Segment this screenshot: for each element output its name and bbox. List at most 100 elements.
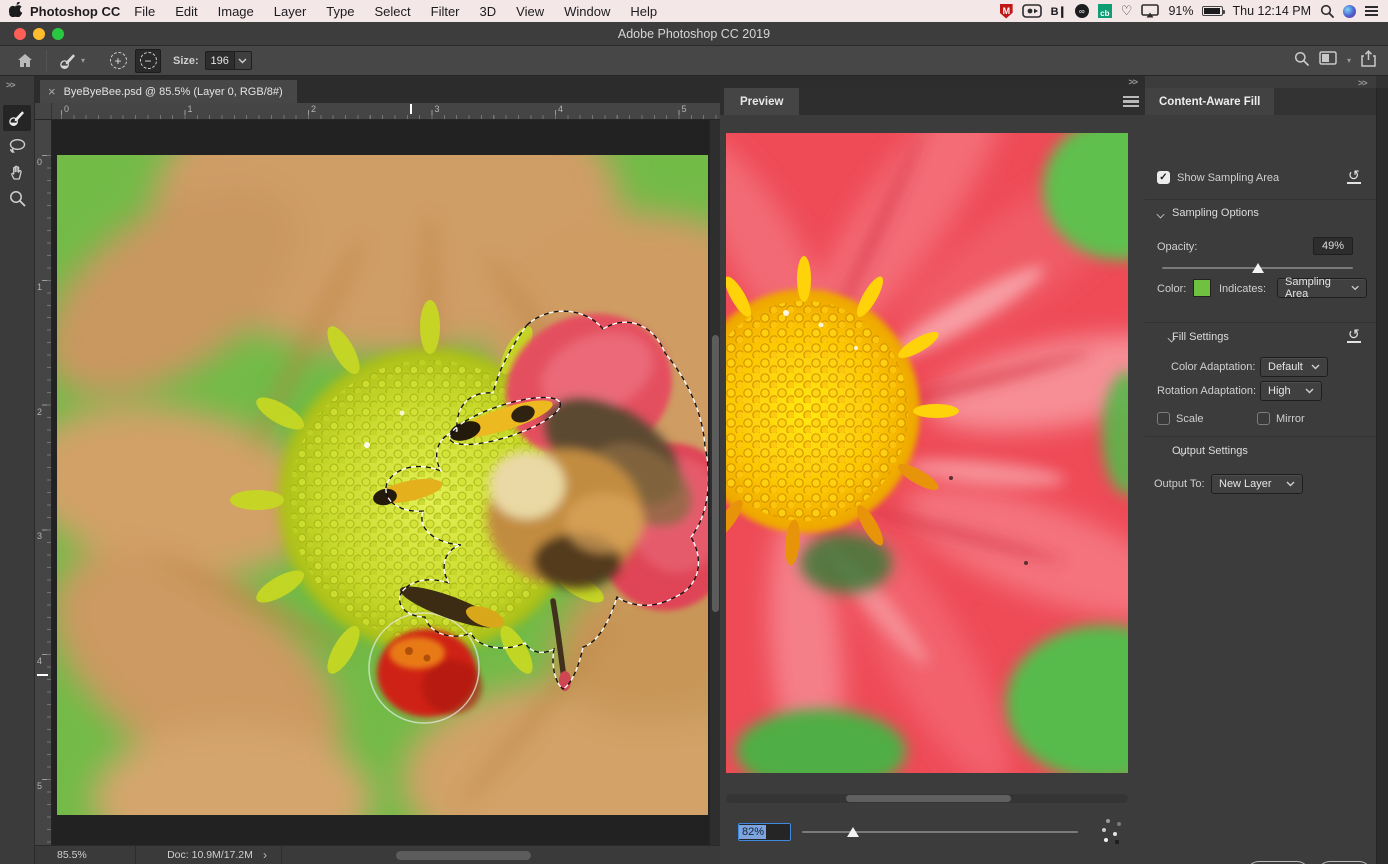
zoom-level[interactable]: 85.5%: [57, 849, 87, 861]
scale-checkbox[interactable]: [1157, 412, 1170, 425]
menu-clock[interactable]: Thu 12:14 PM: [1232, 4, 1311, 18]
apple-menu-icon[interactable]: [0, 2, 30, 20]
vruler-number-5: 5: [37, 781, 42, 791]
boom-audio-icon[interactable]: B❙: [1051, 3, 1066, 19]
heart-outline-icon[interactable]: ♡: [1121, 3, 1133, 19]
rotation-adaptation-dropdown[interactable]: High: [1260, 381, 1322, 401]
mirror-checkbox[interactable]: [1257, 412, 1270, 425]
brush-tool[interactable]: [3, 105, 31, 131]
document-tab-bar: ByeByeBee.psd @ 85.5% (Layer 0, RGB/8#): [35, 76, 720, 103]
menu-app-name[interactable]: Photoshop CC: [30, 4, 120, 19]
hruler-number-1: 1: [188, 104, 193, 114]
menu-item-9[interactable]: Window: [554, 4, 620, 19]
battery-icon[interactable]: [1202, 3, 1223, 19]
menu-item-6[interactable]: Filter: [421, 4, 470, 19]
processing-spinner-icon: [1106, 819, 1110, 823]
status-chevron-icon[interactable]: ›: [263, 848, 267, 862]
canvas-vertical-scrollbar[interactable]: [709, 120, 720, 845]
document-tab[interactable]: ByeByeBee.psd @ 85.5% (Layer 0, RGB/8#): [40, 80, 297, 103]
document-status-bar: 85.5% Doc: 10.9M/17.2M ›: [35, 845, 720, 864]
search-icon[interactable]: [1294, 51, 1309, 71]
menu-item-3[interactable]: Layer: [264, 4, 317, 19]
mirror-label: Mirror: [1276, 413, 1305, 425]
menu-item-7[interactable]: 3D: [470, 4, 507, 19]
menu-item-5[interactable]: Select: [364, 4, 420, 19]
spotlight-search-icon[interactable]: [1320, 3, 1334, 19]
sampling-color-swatch[interactable]: [1193, 279, 1211, 297]
tab-preview[interactable]: Preview: [724, 88, 799, 115]
menu-item-4[interactable]: Type: [316, 4, 364, 19]
notification-center-icon[interactable]: [1365, 3, 1378, 19]
sampling-brush-tool-icon[interactable]: [55, 49, 81, 73]
preview-horizontal-scrollbar[interactable]: [726, 794, 1128, 803]
window-title-bar: Adobe Photoshop CC 2019: [0, 22, 1388, 46]
show-sampling-area-label: Show Sampling Area: [1177, 172, 1279, 184]
preview-collapse-icon[interactable]: >>: [1128, 77, 1137, 87]
preview-image[interactable]: [726, 133, 1128, 773]
ruler-cursor-tick-v: [37, 674, 48, 676]
siri-icon[interactable]: [1343, 3, 1356, 19]
brush-size-value[interactable]: 196: [205, 51, 235, 70]
preview-panel-menu-icon[interactable]: [1123, 96, 1139, 107]
screen-record-icon[interactable]: [1022, 3, 1042, 19]
slider-thumb[interactable]: [847, 827, 859, 837]
battery-percent: 91%: [1168, 4, 1193, 18]
menu-item-8[interactable]: View: [506, 4, 554, 19]
display-mirroring-icon[interactable]: [1141, 3, 1159, 19]
fill-settings-header[interactable]: Fill Settings: [1172, 331, 1229, 343]
scrollbar-thumb[interactable]: [846, 795, 1011, 802]
output-settings-header[interactable]: Output Settings: [1172, 445, 1248, 457]
indicates-dropdown[interactable]: Sampling Area: [1277, 278, 1367, 298]
hand-tool[interactable]: [3, 159, 31, 185]
sampling-options-chevron-icon[interactable]: [1157, 210, 1165, 218]
canvas-image[interactable]: [57, 155, 708, 815]
lasso-tool[interactable]: [3, 133, 31, 159]
caf-collapse-icon[interactable]: >>: [1358, 78, 1367, 88]
zoom-window-button[interactable]: [52, 28, 64, 40]
menu-item-1[interactable]: Edit: [165, 4, 207, 19]
mcafee-shield-icon[interactable]: M: [1000, 3, 1013, 19]
minimize-window-button[interactable]: [33, 28, 45, 40]
show-sampling-area-checkbox[interactable]: [1157, 171, 1170, 184]
hruler-number-2: 2: [311, 104, 316, 114]
color-adaptation-dropdown[interactable]: Default: [1260, 357, 1328, 377]
opacity-slider[interactable]: [1162, 267, 1353, 269]
scrollbar-thumb[interactable]: [712, 335, 719, 612]
share-icon[interactable]: [1361, 50, 1376, 72]
vruler-number-2: 2: [37, 407, 42, 417]
preview-zoom-slider[interactable]: [802, 831, 1078, 833]
reset-fill-settings-icon[interactable]: [1347, 328, 1361, 343]
zoom-tool[interactable]: [3, 185, 31, 211]
document-canvas[interactable]: [52, 120, 709, 845]
horizontal-ruler[interactable]: 012345: [35, 103, 720, 120]
cb-app-icon[interactable]: cb: [1098, 3, 1112, 19]
sampling-options-header[interactable]: Sampling Options: [1172, 207, 1259, 219]
menu-item-2[interactable]: Image: [208, 4, 264, 19]
menu-item-0[interactable]: File: [124, 4, 165, 19]
brush-dropdown-chevron-icon[interactable]: ▾: [81, 56, 85, 65]
workspace-switcher-icon[interactable]: [1319, 51, 1337, 70]
brush-size-dropdown[interactable]: [235, 51, 252, 70]
reset-sampling-icon[interactable]: [1347, 169, 1361, 184]
add-to-sampling-button[interactable]: +: [105, 49, 131, 73]
tab-content-aware-fill[interactable]: Content-Aware Fill: [1145, 88, 1274, 115]
preview-zoom-field[interactable]: 82%: [738, 823, 791, 841]
canvas-horizontal-scrollbar[interactable]: [396, 851, 531, 860]
close-document-icon[interactable]: [48, 85, 56, 98]
opacity-value[interactable]: 49%: [1313, 237, 1353, 255]
output-to-dropdown[interactable]: New Layer: [1211, 474, 1303, 494]
menu-item-10[interactable]: Help: [620, 4, 667, 19]
vertical-ruler[interactable]: 012345: [35, 120, 52, 845]
home-icon[interactable]: [12, 49, 38, 73]
color-label: Color:: [1157, 283, 1186, 295]
close-window-button[interactable]: [14, 28, 26, 40]
hruler-number-3: 3: [435, 104, 440, 114]
document-tab-title: ByeByeBee.psd @ 85.5% (Layer 0, RGB/8#): [64, 86, 283, 98]
collapsed-panel-dock: [1376, 88, 1388, 864]
macos-menu-bar: Photoshop CC FileEditImageLayerTypeSelec…: [0, 0, 1388, 22]
subtract-from-sampling-button[interactable]: −: [135, 49, 161, 73]
toolbox-collapse-icon[interactable]: >>: [6, 80, 15, 90]
opacity-slider-thumb[interactable]: [1252, 263, 1264, 273]
workspace-chevron-icon[interactable]: ▾: [1347, 56, 1351, 65]
creative-cloud-icon[interactable]: ∞: [1075, 3, 1089, 19]
